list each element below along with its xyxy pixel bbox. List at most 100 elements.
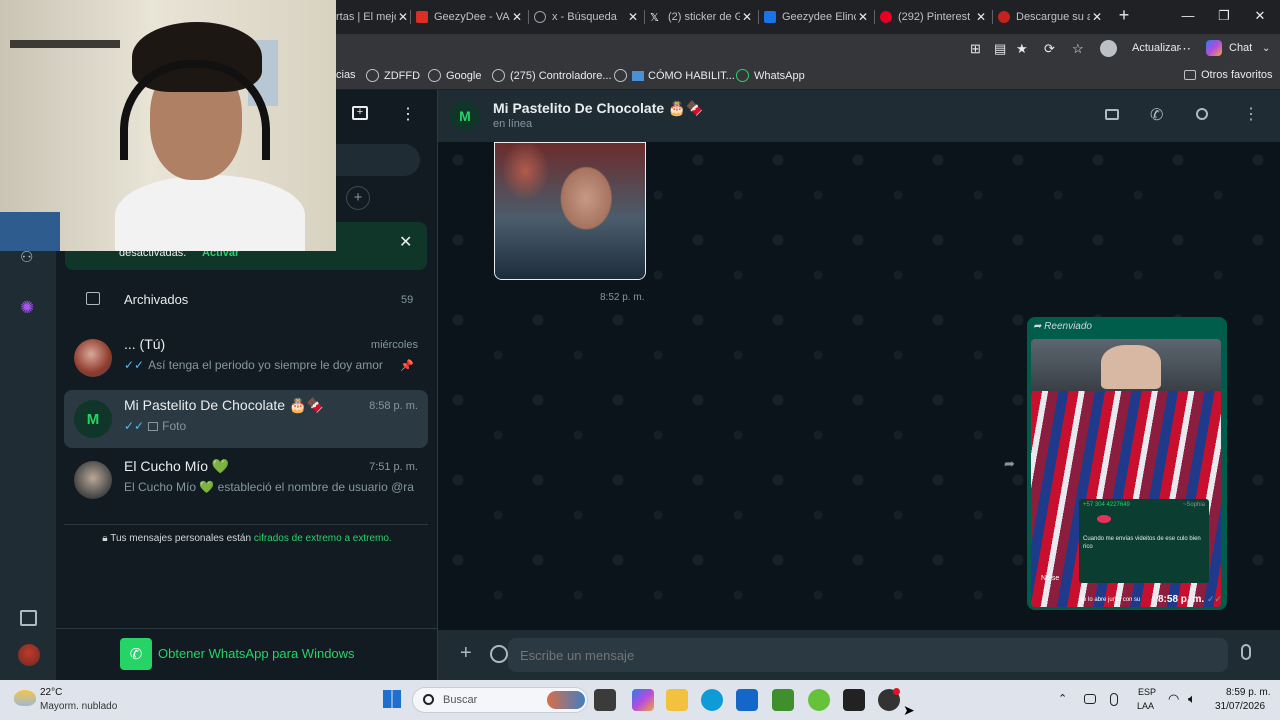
close-icon[interactable]: ✕ [1090,10,1104,24]
forwarded-icon: ➦ [1033,321,1045,332]
apps-icon[interactable]: ⊞ [970,41,981,57]
photo-message[interactable] [494,142,646,280]
star-icon[interactable]: ★ [1016,41,1028,57]
task-view-icon[interactable] [594,689,616,711]
bookmark-item[interactable]: Google [428,69,481,82]
close-icon[interactable]: ✕ [510,10,524,24]
encryption-link[interactable]: cifrados de extremo a extremo. [254,533,392,544]
bookmark-item[interactable]: CÓMO HABILIT... [614,69,735,82]
close-icon[interactable]: ✕ [626,10,640,24]
profile-avatar[interactable] [18,644,40,666]
update-button[interactable]: Actualizar [1132,42,1180,54]
other-bookmarks[interactable]: Otros favoritos [1184,69,1273,81]
phone-icon[interactable]: ✆ [1150,105,1163,125]
store-icon[interactable] [736,689,758,711]
close-window-icon[interactable]: ✕ [1250,8,1270,24]
contact-name: Mi Pastelito De Chocolate 🎂🍫 [493,100,703,116]
profile-avatar[interactable] [1100,40,1117,57]
contact-avatar[interactable]: M [450,101,480,131]
copilot-icon[interactable] [1206,40,1222,56]
video-call-icon[interactable] [1105,109,1119,120]
bookmark-item[interactable]: ZDFFD [366,69,420,82]
tab-5[interactable]: Geezydee Elinco✕ [764,6,870,28]
bookmark-label: ZDFFD [384,69,421,82]
tab-7[interactable]: Descargue su ar ✕ [998,6,1104,28]
favorites-icon[interactable]: ☆ [1072,41,1084,57]
media-icon[interactable] [20,610,37,626]
archived-row[interactable]: Archivados 59 [56,286,438,316]
get-app-button[interactable]: ✆ Obtener WhatsApp para Windows [120,638,360,670]
forwarded-photo-message[interactable]: ➦ Reenviado +57 304 4227649 ~Sophia Cuan… [1027,317,1227,610]
chat-row-selected[interactable]: M Mi Pastelito De Chocolate 🎂🍫 8:58 p. m… [64,390,428,448]
extensions-icon[interactable]: ⟳ [1044,41,1055,57]
bookmark-item[interactable]: WhatsApp [736,69,805,82]
minimize-icon[interactable]: — [1178,8,1198,23]
minecraft-icon[interactable] [772,689,794,711]
edge-icon[interactable] [701,689,723,711]
webcam-shirt [115,175,305,251]
clock-time[interactable]: 8:59 p. m. [1226,687,1270,698]
search-icon[interactable] [1196,108,1208,120]
tab-1[interactable]: rtas | El mejor✕ [336,6,410,28]
close-icon[interactable]: ✕ [974,10,988,24]
bookmark-item[interactable]: (275) Controladore... [492,69,612,82]
windows-start-icon[interactable] [383,690,401,708]
chevron-down-icon[interactable]: ⌄ [1262,43,1270,54]
chat-name: El Cucho Mío 💚 [124,458,230,474]
xbox-icon[interactable] [808,689,830,711]
close-icon[interactable]: ✕ [396,10,410,24]
more-icon[interactable]: ⋯ [1178,41,1191,57]
wifi-icon[interactable]: ◠ [1168,691,1179,707]
message-time: 8:58 p. m. [1158,594,1205,605]
close-icon[interactable]: ✕ [740,10,754,24]
avatar [74,339,112,377]
search-icon [534,11,546,23]
forward-icon[interactable]: ➦ [1004,456,1015,472]
add-filter-button[interactable]: + [346,186,370,210]
tab-4[interactable]: 𝕏 (2) sticker de Ge✕ [650,6,754,28]
meta-ai-icon[interactable]: ✺ [20,298,34,318]
microphone-icon[interactable] [1241,644,1251,660]
microphone-icon[interactable] [1110,693,1118,706]
reader-icon[interactable]: ▤ [994,41,1006,57]
new-chat-icon[interactable]: + [352,106,368,120]
chat-preview: ✓✓ Así tenga el periodo yo siempre le doy… [124,358,414,372]
clock-date[interactable]: 31/07/2026 [1215,701,1265,712]
chat-header[interactable]: M Mi Pastelito De Chocolate 🎂🍫 en línea … [438,90,1280,142]
bookmark-label: Google [446,69,482,82]
capcut-icon[interactable] [843,689,865,711]
chat-button[interactable]: Chat [1229,42,1252,54]
temperature[interactable]: 22°C [40,687,62,698]
chevron-up-icon[interactable]: ⌃ [1058,692,1067,705]
globe-icon [492,69,505,82]
tray-icon[interactable] [1084,694,1096,704]
weather-icon[interactable] [14,690,36,706]
close-icon[interactable]: ✕ [856,10,870,24]
copilot-icon[interactable] [632,689,654,711]
tab-6[interactable]: (292) Pinterest ✕ [880,6,988,28]
menu-icon[interactable]: ⋮ [1243,104,1259,124]
close-icon[interactable]: ✕ [399,232,412,252]
folder-icon [1184,70,1196,80]
tab-2[interactable]: GeezyDee - VAM✕ [416,6,524,28]
divider [64,524,428,525]
youtube-icon [416,11,428,23]
avatar: M [74,400,112,438]
tab-3[interactable]: x - Búsqueda ✕ [534,6,640,28]
language-top[interactable]: ESP [1138,687,1156,697]
weather-text[interactable]: Mayorm. nublado [40,701,117,712]
bookmark-item[interactable]: cias [336,69,356,81]
attach-plus-icon[interactable]: + [460,642,472,665]
double-check-icon: ✓✓ [124,419,145,433]
volume-icon[interactable]: 🔈︎ [1188,691,1196,707]
sticker-icon[interactable] [490,645,508,663]
language-bottom[interactable]: LAA [1137,701,1154,711]
file-explorer-icon[interactable] [666,689,688,711]
restore-icon[interactable]: ❐ [1214,8,1234,24]
menu-icon[interactable]: ⋮ [400,104,416,124]
new-tab-icon[interactable]: + [1114,5,1134,26]
chat-row[interactable]: El Cucho Mío 💚 7:51 p. m. El Cucho Mío 💚… [64,451,428,509]
chat-row[interactable]: ... (Tú) miércoles ✓✓ Así tenga el period… [64,329,428,387]
taskbar-search[interactable]: Buscar [412,687,588,713]
message-input[interactable] [508,638,1228,672]
